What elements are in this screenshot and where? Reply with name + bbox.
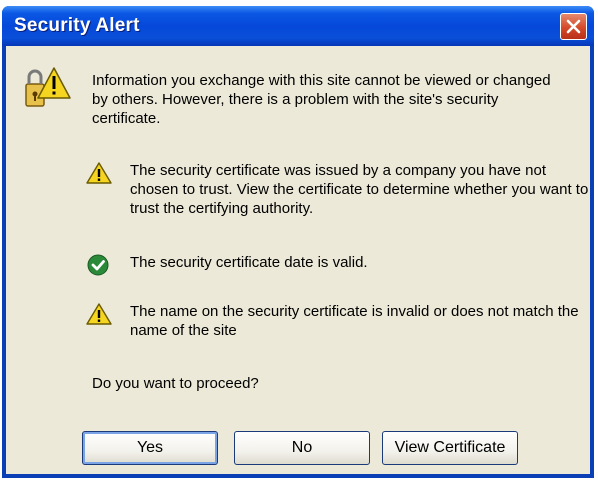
item-text: The name on the security certificate is … (130, 303, 579, 339)
warning-icon (86, 302, 112, 331)
window-title: Security Alert (14, 15, 140, 36)
no-button[interactable]: No (234, 431, 370, 465)
yes-button[interactable]: Yes (82, 431, 218, 465)
item-text: The security certificate was issued by a… (130, 162, 589, 217)
close-icon (566, 19, 581, 34)
dialog-body: Information you exchange with this site … (6, 46, 590, 474)
security-alert-window: Security Alert Information you exchange … (2, 6, 594, 478)
view-certificate-button[interactable]: View Certificate (382, 431, 518, 465)
item-text: The security certificate date is valid. (130, 254, 368, 271)
warning-icon (86, 161, 112, 190)
proceed-prompt: Do you want to proceed? (92, 375, 259, 392)
close-button[interactable] (560, 13, 587, 40)
title-bar[interactable]: Security Alert (2, 6, 594, 46)
intro-message: Information you exchange with this site … (92, 72, 551, 127)
lock-warning-icon (20, 64, 72, 121)
check-icon (86, 253, 112, 282)
